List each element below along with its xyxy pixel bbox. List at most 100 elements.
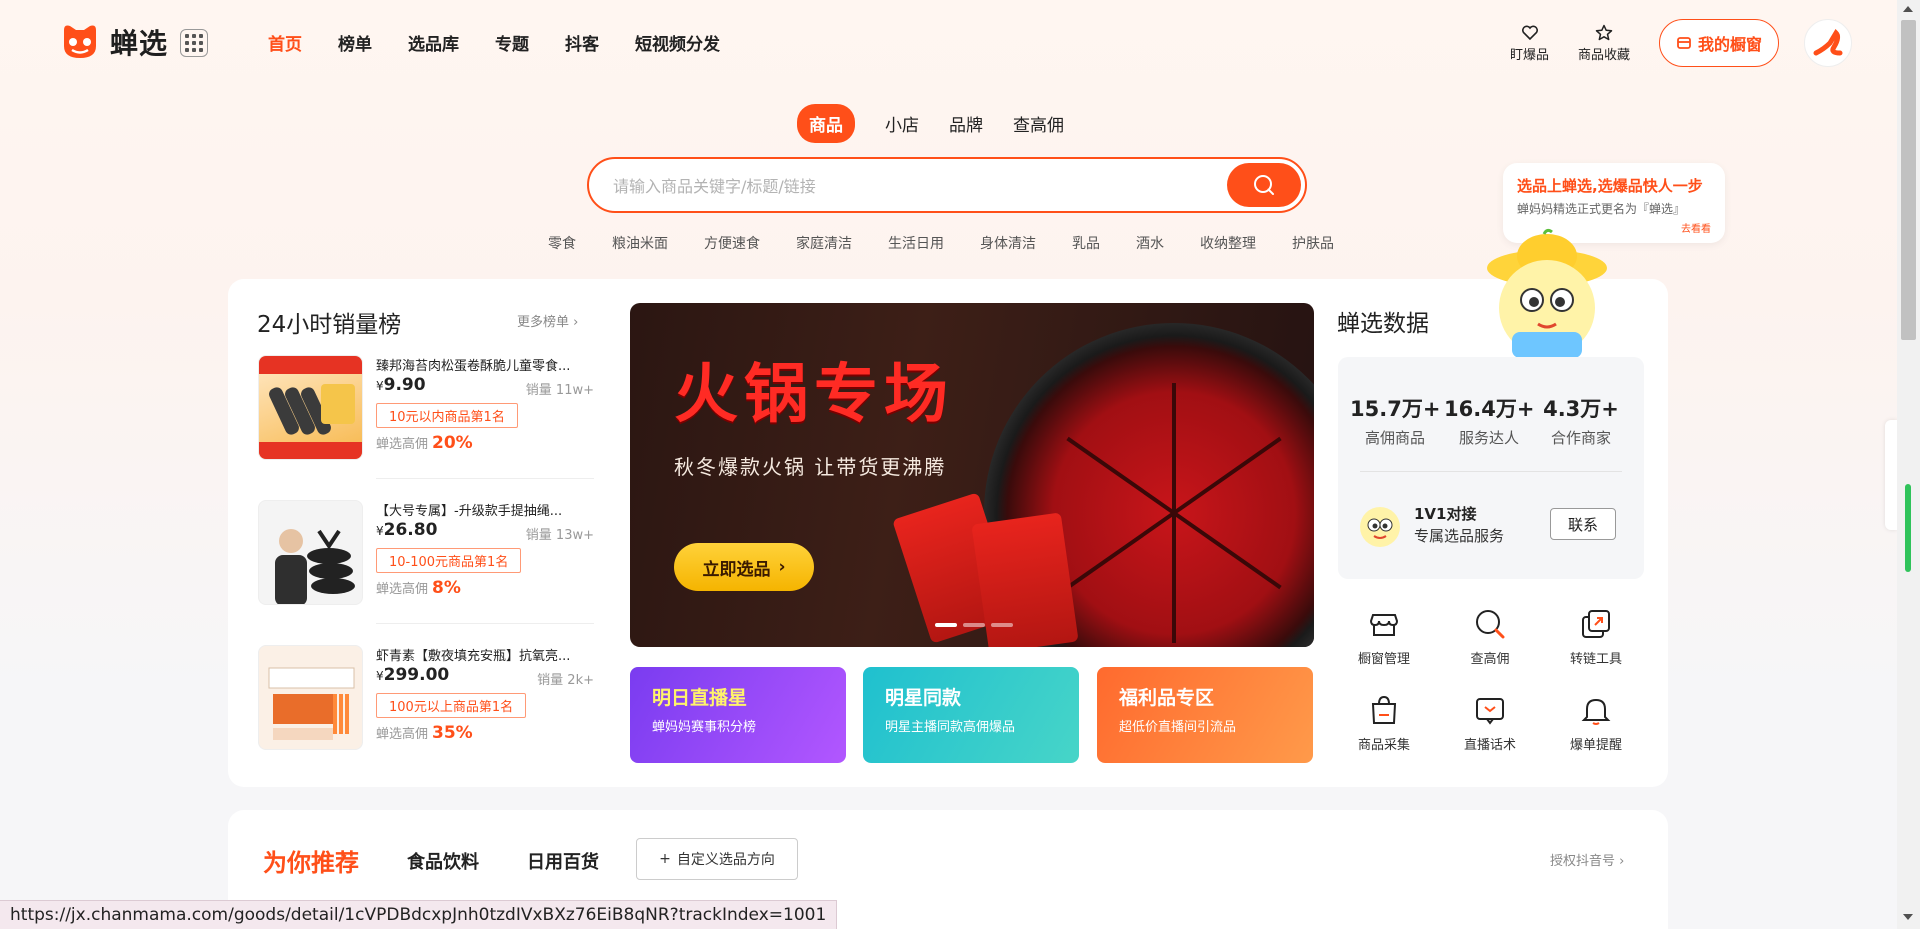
brand-name: 蝉选 [110, 27, 169, 60]
nav-product-library[interactable]: 选品库 [408, 30, 459, 55]
shopping-bag-icon [1366, 692, 1402, 728]
user-avatar-icon [1813, 28, 1843, 56]
service-title: 1V1对接 [1414, 505, 1477, 523]
product-thumbnail[interactable] [258, 645, 363, 750]
category-links: 零食 粮油米面 方便速食 家庭清洁 生活日用 身体清洁 乳品 酒水 收纳整理 护… [548, 233, 1370, 253]
nav-topics[interactable]: 专题 [495, 30, 529, 55]
product-sales: 销量 11w+ [525, 383, 594, 398]
bell-icon [1578, 692, 1614, 728]
banner-title: 火锅专场 [674, 358, 954, 432]
more-rankings-link[interactable]: 更多榜单 › [517, 311, 578, 330]
storefront-icon [1366, 606, 1402, 642]
ranking-item[interactable]: 臻邦海苔肉松蛋卷酥脆儿童零食... ¥9.90 销量 11w+ 10元以内商品第… [258, 355, 594, 475]
scroll-thumb[interactable] [1901, 20, 1916, 340]
promo-link[interactable]: 去看看 [1681, 220, 1711, 235]
favorites-label: 商品收藏 [1578, 48, 1631, 63]
category-link[interactable]: 身体清洁 [980, 233, 1036, 253]
nav-douke[interactable]: 抖客 [565, 30, 599, 55]
scroll-down-arrow-icon[interactable] [1903, 914, 1913, 920]
tab-high-commission[interactable]: 查高佣 [1013, 111, 1064, 136]
tab-food-drinks[interactable]: 食品饮料 [407, 848, 479, 874]
category-link[interactable]: 零食 [548, 233, 576, 253]
my-window-label: 我的橱窗 [1697, 35, 1762, 54]
authorize-douyin-link[interactable]: 授权抖音号 › [1550, 850, 1624, 869]
page: 蝉选 首页 榜单 选品库 专题 抖客 短视频分发 盯爆品 商品收藏 我的橱窗 商… [0, 0, 1897, 929]
category-link[interactable]: 护肤品 [1292, 233, 1334, 253]
mini-banner-live-star[interactable]: 明日直播星 蝉妈妈赛事积分榜 [630, 667, 846, 763]
product-name[interactable]: 虾青素【敷夜填充安瓶】抗氧亮... [376, 645, 594, 664]
search-type-tabs: 商品 小店 品牌 查高佣 [797, 104, 1094, 143]
stat-item: 16.4万+ 服务达人 [1444, 393, 1534, 448]
link-convert-icon [1578, 606, 1614, 642]
logo[interactable]: 蝉选 [58, 20, 168, 64]
star-icon [1595, 24, 1613, 41]
hotpot-banner[interactable]: 火锅专场 秋冬爆款火锅 让带货更沸腾 立即选品 › [630, 303, 1314, 647]
category-link[interactable]: 乳品 [1072, 233, 1100, 253]
tool-label: 爆单提醒 [1569, 738, 1622, 753]
data-panel-title: 蝉选数据 [1337, 311, 1429, 337]
product-sales: 销量 13w+ [525, 528, 594, 543]
divider [376, 478, 594, 479]
tab-daily-goods[interactable]: 日用百货 [527, 848, 599, 874]
nav-rankings[interactable]: 榜单 [338, 30, 372, 55]
search-box [587, 157, 1307, 213]
promo-title: 选品上蝉选,选爆品快人一步 [1517, 177, 1703, 195]
custom-direction-button[interactable]: + 自定义选品方向 [636, 838, 798, 880]
my-window-button[interactable]: 我的橱窗 [1659, 19, 1779, 67]
stat-value: 16.4万+ [1444, 397, 1535, 421]
search-icon [1472, 606, 1508, 642]
top-header: 蝉选 首页 榜单 选品库 专题 抖客 短视频分发 盯爆品 商品收藏 我的橱窗 [0, 0, 1897, 82]
product-price: ¥299.00 [376, 665, 450, 685]
tab-shops[interactable]: 小店 [885, 111, 919, 136]
category-link[interactable]: 酒水 [1136, 233, 1164, 253]
product-sales: 销量 2k+ [537, 673, 594, 688]
nav-video-distribution[interactable]: 短视频分发 [635, 30, 720, 55]
watch-hot-products-button[interactable]: 盯爆品 [1510, 24, 1549, 63]
scroll-up-arrow-icon[interactable] [1903, 6, 1913, 12]
search-icon [1254, 175, 1274, 195]
tool-high-commission[interactable]: 查高佣 [1450, 606, 1530, 667]
banner-subtitle: 秋冬爆款火锅 让带货更沸腾 [674, 455, 947, 479]
nav-home[interactable]: 首页 [268, 30, 302, 55]
category-link[interactable]: 收纳整理 [1200, 233, 1256, 253]
search-button[interactable] [1227, 163, 1301, 207]
carousel-dots[interactable] [935, 623, 1013, 627]
mini-banner-welfare[interactable]: 福利品专区 超低价直播间引流品 [1097, 667, 1313, 763]
mini-banner-subtitle: 蝉妈妈赛事积分榜 [652, 720, 757, 735]
apps-grid-icon[interactable] [180, 29, 208, 57]
tab-products[interactable]: 商品 [797, 104, 855, 143]
favorites-button[interactable]: 商品收藏 [1578, 24, 1630, 63]
side-collapse-handle[interactable] [1885, 420, 1897, 530]
product-name[interactable]: 【大号专属】-升级款手提抽绳... [376, 500, 594, 519]
tool-window-management[interactable]: 橱窗管理 [1344, 606, 1424, 667]
side-indicator [1905, 484, 1911, 572]
category-link[interactable]: 生活日用 [888, 233, 944, 253]
mini-banner-title: 明日直播星 [652, 687, 748, 709]
ranking-item[interactable]: 虾青素【敷夜填充安瓶】抗氧亮... ¥299.00 销量 2k+ 100元以上商… [258, 645, 594, 765]
tool-link-convert[interactable]: 转链工具 [1556, 606, 1636, 667]
chevron-right-icon: › [778, 557, 786, 577]
tool-product-collect[interactable]: 商品采集 [1344, 692, 1424, 753]
storefront-icon [1677, 37, 1691, 49]
contact-button[interactable]: 联系 [1550, 508, 1616, 540]
product-name[interactable]: 臻邦海苔肉松蛋卷酥脆儿童零食... [376, 355, 594, 374]
tab-brands[interactable]: 品牌 [949, 111, 983, 136]
product-price: ¥26.80 [376, 520, 438, 540]
tool-order-alert[interactable]: 爆单提醒 [1556, 692, 1636, 753]
mini-banner-celebrity[interactable]: 明星同款 明星主播同款高佣爆品 [863, 667, 1079, 763]
category-link[interactable]: 家庭清洁 [796, 233, 852, 253]
product-thumbnail[interactable] [258, 500, 363, 605]
mini-banner-subtitle: 明星主播同款高佣爆品 [885, 720, 1016, 735]
category-link[interactable]: 方便速食 [704, 233, 760, 253]
select-now-button[interactable]: 立即选品 › [674, 543, 814, 591]
product-thumbnail[interactable] [258, 355, 363, 460]
rank-badge: 10-100元商品第1名 [376, 548, 522, 573]
scrollbar[interactable] [1897, 0, 1920, 929]
tool-label: 橱窗管理 [1357, 652, 1410, 667]
tool-live-script[interactable]: 直播话术 [1450, 692, 1530, 753]
mini-banner-title: 明星同款 [885, 687, 962, 709]
search-input[interactable] [613, 171, 1193, 201]
ranking-item[interactable]: 【大号专属】-升级款手提抽绳... ¥26.80 销量 13w+ 10-100元… [258, 500, 594, 620]
avatar[interactable] [1804, 19, 1852, 67]
category-link[interactable]: 粮油米面 [612, 233, 668, 253]
